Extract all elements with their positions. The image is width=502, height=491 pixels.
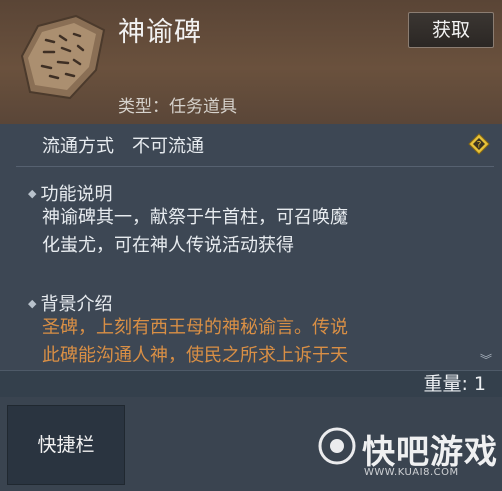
- item-weight: 重量: 1: [423, 373, 486, 395]
- item-description-panel[interactable]: 流通方式 不可流通 ? ◆ 功能说明 神谕碑其一，献祭于牛首柱，可召唤魔 化蚩尤，可…: [0, 124, 502, 370]
- watermark-text: 快吧游戏: [362, 432, 498, 471]
- scroll-down-icon[interactable]: ︾: [480, 351, 492, 368]
- watermark: 快吧游戏 WWW.KUAI8.COM: [318, 427, 498, 487]
- diamond-help-icon[interactable]: ?: [468, 133, 490, 155]
- watermark-logo-icon: [318, 427, 356, 465]
- item-name: 神谕碑: [118, 17, 202, 48]
- bottom-bar: 快捷栏 快吧游戏 WWW.KUAI8.COM: [0, 397, 502, 491]
- item-header: 神谕碑 获取 类型：任务道具: [0, 0, 502, 125]
- background-section-title: ◆ 背景介绍: [28, 294, 113, 315]
- circulation-label: 流通方式: [42, 136, 114, 157]
- item-type: 类型：任务道具: [118, 97, 237, 117]
- background-description: 圣碑，上刻有西王母的神秘谕言。传说 此碑能沟通人神，使民之所求上诉于天: [42, 317, 348, 366]
- function-description: 神谕碑其一，献祭于牛首柱，可召唤魔 化蚩尤，可在神人传说活动获得: [42, 207, 348, 256]
- bullet-icon: ◆: [28, 187, 37, 200]
- quick-bar-button[interactable]: 快捷栏: [7, 405, 125, 485]
- circulation-value: 不可流通: [132, 136, 204, 157]
- stone-tablet-icon: [16, 12, 108, 104]
- weight-bar: 重量: 1: [0, 370, 502, 397]
- watermark-url: WWW.KUAI8.COM: [364, 467, 459, 478]
- circulation-row: 流通方式 不可流通: [42, 132, 204, 158]
- bullet-icon: ◆: [28, 297, 37, 310]
- function-section-title: ◆ 功能说明: [28, 184, 113, 205]
- svg-text:?: ?: [477, 141, 482, 151]
- get-button[interactable]: 获取: [408, 12, 494, 48]
- divider: [16, 166, 494, 167]
